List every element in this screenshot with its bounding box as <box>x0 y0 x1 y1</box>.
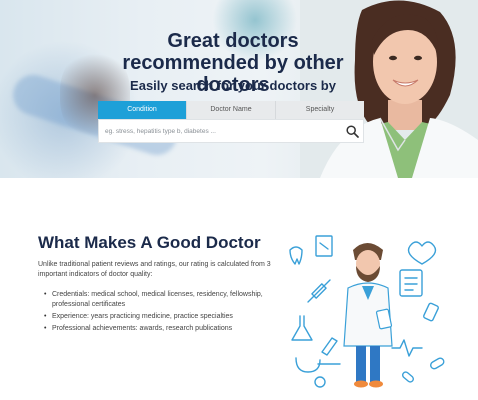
search-box <box>98 119 364 143</box>
doctor-illustration <box>289 235 445 388</box>
pill-icon <box>430 357 445 370</box>
tab-doctor-name[interactable]: Doctor Name <box>187 101 276 119</box>
hero-banner: Great doctors recommended by other docto… <box>0 0 478 178</box>
microscope-icon <box>317 337 341 365</box>
syringe-icon <box>307 279 331 303</box>
search-button[interactable] <box>341 120 363 142</box>
intro-text: Unlike traditional patient reviews and r… <box>38 261 271 278</box>
section-title: What Makes A Good Doctor <box>38 233 261 252</box>
tab-specialty[interactable]: Specialty <box>276 101 364 119</box>
search-input[interactable] <box>99 121 341 141</box>
doctor-figure <box>343 243 393 388</box>
list-item: Professional achievements: awards, resea… <box>44 324 276 334</box>
bottle-icon <box>423 302 439 322</box>
tab-condition[interactable]: Condition <box>98 101 187 119</box>
flask-icon <box>291 315 313 341</box>
criteria-list: Credentials: medical school, medical lic… <box>44 290 276 336</box>
hero-subtitle: Easily search for your doctors by <box>130 78 336 93</box>
pill-icon <box>402 371 414 383</box>
clipboard-icon <box>399 269 423 297</box>
stethoscope-icon <box>295 357 326 388</box>
clipboard-icon <box>315 235 333 257</box>
list-item: Experience: years practicing medicine, p… <box>44 312 276 322</box>
tooth-icon <box>289 246 303 265</box>
search-tabs: Condition Doctor Name Specialty <box>98 101 364 119</box>
list-item: Credentials: medical school, medical lic… <box>44 290 276 310</box>
pulse-icon <box>391 339 423 357</box>
heart-icon <box>407 241 437 265</box>
search-icon <box>345 124 359 138</box>
